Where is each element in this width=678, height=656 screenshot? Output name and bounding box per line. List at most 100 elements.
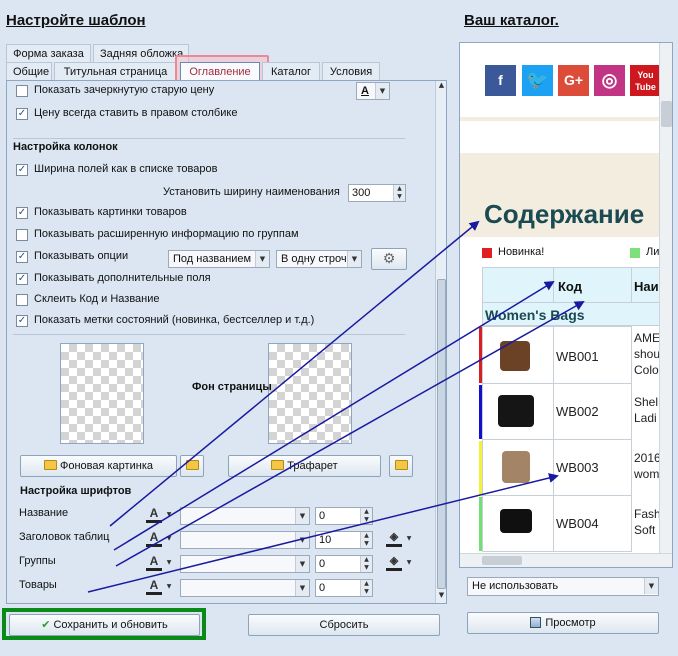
font-name-size-stepper[interactable]: 0 ▲ ▼ bbox=[315, 507, 373, 525]
fill-color-icon[interactable]: ◈ bbox=[386, 555, 402, 571]
stepper-arrows-icon[interactable]: ▲ ▼ bbox=[360, 556, 372, 572]
youtube-icon[interactable]: You Tube bbox=[630, 65, 661, 96]
font-color-icon[interactable]: A bbox=[146, 555, 162, 571]
new-legend-label: Новинка! bbox=[498, 246, 545, 258]
font-groups-size-stepper[interactable]: 0 ▲ ▼ bbox=[315, 555, 373, 573]
scrollbar-thumb[interactable] bbox=[482, 556, 522, 565]
chevron-down-icon[interactable]: ▼ bbox=[164, 555, 174, 571]
font-color-icon[interactable]: A bbox=[146, 531, 162, 547]
vertical-scrollbar[interactable]: ▲ ▼ bbox=[435, 81, 446, 603]
font-products-size-stepper[interactable]: 0 ▲ ▼ bbox=[315, 579, 373, 597]
stepper-arrows-icon[interactable]: ▲ ▼ bbox=[360, 532, 372, 548]
options-line-select[interactable]: В одну строчку ▼ bbox=[276, 250, 362, 268]
divider bbox=[13, 138, 405, 139]
font-color-icon[interactable]: A bbox=[146, 507, 162, 523]
name-width-value: 300 bbox=[352, 187, 371, 199]
save-button[interactable]: ✔ Сохранить и обновить bbox=[9, 614, 200, 636]
instagram-icon[interactable]: ◎ bbox=[594, 65, 625, 96]
options-position-select[interactable]: Под названием ▼ bbox=[168, 250, 270, 268]
stepper-arrows-icon[interactable]: ▲ ▼ bbox=[393, 185, 405, 201]
tab-order-form[interactable]: Форма заказа bbox=[6, 44, 91, 62]
price-right-checkbox[interactable]: ✓ bbox=[16, 108, 28, 120]
fill-color-icon[interactable]: ◈ bbox=[386, 531, 402, 547]
reset-button[interactable]: Сбросить bbox=[248, 614, 440, 636]
scroll-up-icon[interactable]: ▲ bbox=[436, 81, 446, 93]
extra-fields-label: Показывать дополнительные поля bbox=[34, 272, 211, 284]
extra-fields-checkbox[interactable]: ✓ bbox=[16, 273, 28, 285]
show-options-checkbox[interactable]: ✓ bbox=[16, 251, 28, 263]
product-images-label: Показывать картинки товаров bbox=[34, 206, 187, 218]
status-marks-label: Показать метки состояний (новинка, бестс… bbox=[34, 314, 315, 326]
tab-general[interactable]: Общие bbox=[6, 62, 52, 80]
font-color-icon: A bbox=[361, 85, 369, 97]
new-legend-swatch bbox=[482, 248, 492, 258]
font-name-label: Название bbox=[19, 507, 69, 519]
clear-stencil-button[interactable] bbox=[389, 455, 413, 477]
stepper-arrows-icon[interactable]: ▲ ▼ bbox=[360, 580, 372, 596]
font-groups-label: Группы bbox=[19, 555, 56, 567]
chevron-down-icon[interactable]: ▼ bbox=[404, 555, 414, 571]
options-settings-button[interactable]: ⚙ bbox=[371, 248, 407, 270]
status-marks-checkbox[interactable]: ✓ bbox=[16, 315, 28, 327]
chevron-down-icon[interactable]: ▼ bbox=[164, 507, 174, 523]
facebook-icon[interactable]: f bbox=[485, 65, 516, 96]
preview-button[interactable]: Просмотр bbox=[467, 612, 659, 634]
scrollbar-thumb[interactable] bbox=[661, 101, 672, 127]
merge-code-checkbox[interactable] bbox=[16, 294, 28, 306]
show-options-label: Показывать опции bbox=[34, 250, 129, 262]
product-image bbox=[500, 341, 530, 371]
chevron-down-icon[interactable]: ▼ bbox=[164, 531, 174, 547]
chevron-down-icon: ▼ bbox=[295, 508, 309, 524]
crossed-price-font-button[interactable]: A ▼ bbox=[356, 82, 390, 100]
tab-conditions[interactable]: Условия bbox=[322, 62, 380, 80]
product-desc-line: Fash bbox=[634, 507, 661, 521]
scroll-down-icon[interactable]: ▼ bbox=[436, 591, 446, 603]
google-plus-icon[interactable]: G+ bbox=[558, 65, 589, 96]
save-button-label: Сохранить и обновить bbox=[53, 619, 168, 631]
font-products-select[interactable]: ▼ bbox=[180, 579, 310, 597]
folder-clear-icon bbox=[394, 460, 408, 470]
options-position-value: Под названием bbox=[173, 253, 252, 265]
background-image-preview bbox=[60, 343, 144, 444]
tab-title-page[interactable]: Титульная страница bbox=[54, 62, 177, 80]
background-image-button[interactable]: Фоновая картинка bbox=[20, 455, 177, 477]
name-column-header: Наи bbox=[634, 279, 659, 294]
stepper-arrows-icon[interactable]: ▲ ▼ bbox=[360, 508, 372, 524]
product-image bbox=[498, 395, 534, 427]
stencil-button[interactable]: Трафарет bbox=[228, 455, 381, 477]
divider bbox=[13, 334, 405, 335]
gear-icon: ⚙ bbox=[382, 251, 396, 267]
group-info-checkbox[interactable] bbox=[16, 229, 28, 241]
catalog-view-select[interactable]: Не использовать ▼ bbox=[467, 577, 659, 596]
chevron-down-icon[interactable]: ▼ bbox=[404, 531, 414, 547]
font-color-icon[interactable]: A bbox=[146, 579, 162, 595]
folder-clear-icon bbox=[185, 460, 199, 470]
font-table-header-size-stepper[interactable]: 10 ▲ ▼ bbox=[315, 531, 373, 549]
preview-horizontal-scrollbar[interactable] bbox=[460, 553, 672, 567]
tab-catalog[interactable]: Каталог bbox=[262, 62, 320, 80]
font-table-header-select[interactable]: ▼ bbox=[180, 531, 310, 549]
font-name-select[interactable]: ▼ bbox=[180, 507, 310, 525]
product-image bbox=[500, 509, 532, 533]
product-desc-line: Colo bbox=[634, 363, 659, 377]
crossed-price-checkbox[interactable] bbox=[16, 85, 28, 97]
columns-section-title: Настройка колонок bbox=[13, 141, 118, 153]
clear-background-button[interactable] bbox=[180, 455, 204, 477]
chevron-down-icon[interactable]: ▼ bbox=[164, 579, 174, 595]
preview-icon bbox=[530, 617, 542, 628]
product-images-checkbox[interactable]: ✓ bbox=[16, 207, 28, 219]
name-width-label: Установить ширину наименования bbox=[163, 186, 340, 198]
field-width-checkbox[interactable]: ✓ bbox=[16, 164, 28, 176]
twitter-icon[interactable]: 🐦 bbox=[522, 65, 553, 96]
chevron-down-icon: ▼ bbox=[295, 532, 309, 548]
font-size-value: 0 bbox=[319, 510, 326, 522]
background-image-button-label: Фоновая картинка bbox=[59, 460, 153, 472]
name-width-stepper[interactable]: 300 ▲ ▼ bbox=[348, 184, 406, 202]
settings-panel: ▲ ▼ Показать зачеркнутую старую цену A ▼ … bbox=[6, 80, 447, 604]
options-line-value: В одну строчку bbox=[281, 253, 358, 265]
font-groups-select[interactable]: ▼ bbox=[180, 555, 310, 573]
preview-vertical-scrollbar[interactable] bbox=[659, 43, 672, 553]
scrollbar-thumb[interactable] bbox=[437, 279, 446, 589]
product-code: WB004 bbox=[556, 516, 599, 531]
tab-contents[interactable]: Оглавление bbox=[180, 62, 260, 80]
